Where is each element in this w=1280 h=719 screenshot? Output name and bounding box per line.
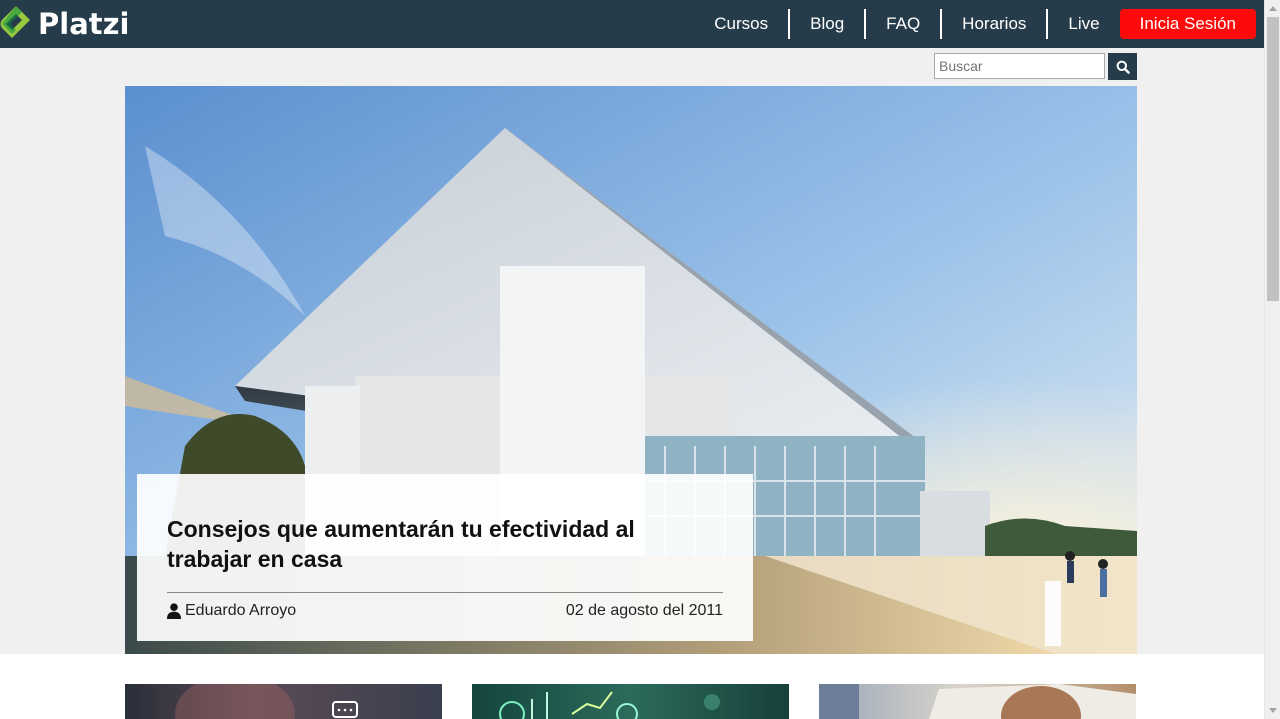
- main-nav: Cursos Blog FAQ Horarios Live Inicia Ses…: [694, 9, 1256, 39]
- search-icon: [1116, 60, 1130, 74]
- scroll-up-arrow-icon[interactable]: [1265, 0, 1280, 17]
- featured-card[interactable]: Consejos que aumentarán tu efectividad a…: [137, 474, 753, 641]
- nav-cursos[interactable]: Cursos: [694, 9, 791, 39]
- page-scrollbar[interactable]: [1264, 0, 1280, 719]
- featured-title[interactable]: Consejos que aumentarán tu efectividad a…: [167, 514, 723, 574]
- nav-horarios[interactable]: Horarios: [942, 9, 1049, 39]
- post-thumbnail[interactable]: [125, 684, 442, 719]
- nav-blog[interactable]: Blog: [790, 9, 867, 39]
- post-author: Eduardo Arroyo: [167, 602, 296, 620]
- scroll-down-arrow-icon[interactable]: [1265, 702, 1280, 719]
- platzi-logo[interactable]: Platzi: [0, 4, 129, 44]
- user-icon: [167, 603, 181, 619]
- growth-chart-icon: [499, 691, 720, 719]
- author-name: Eduardo Arroyo: [185, 602, 297, 619]
- post-meta: Eduardo Arroyo 02 de agosto del 2011: [167, 602, 723, 620]
- featured-post[interactable]: Consejos que aumentarán tu efectividad a…: [125, 86, 1137, 654]
- chat-bubble-icon: [175, 684, 358, 719]
- nav-live[interactable]: Live: [1048, 9, 1119, 39]
- platzi-logo-icon: [0, 6, 30, 38]
- login-button[interactable]: Inicia Sesión: [1119, 9, 1256, 39]
- nav-faq[interactable]: FAQ: [866, 9, 943, 39]
- search-button[interactable]: [1108, 53, 1137, 80]
- search-bar: [934, 53, 1137, 80]
- logo-text: Platzi: [38, 7, 130, 41]
- divider: [167, 592, 723, 593]
- post-thumbnail[interactable]: [819, 684, 1136, 719]
- post-thumbnail[interactable]: [472, 684, 789, 719]
- person-photo: [819, 684, 1136, 719]
- top-navbar: Platzi Cursos Blog FAQ Horarios Live Ini…: [0, 0, 1264, 48]
- search-input[interactable]: [934, 53, 1105, 79]
- scrollbar-thumb[interactable]: [1267, 17, 1279, 301]
- post-date: 02 de agosto del 2011: [565, 602, 723, 619]
